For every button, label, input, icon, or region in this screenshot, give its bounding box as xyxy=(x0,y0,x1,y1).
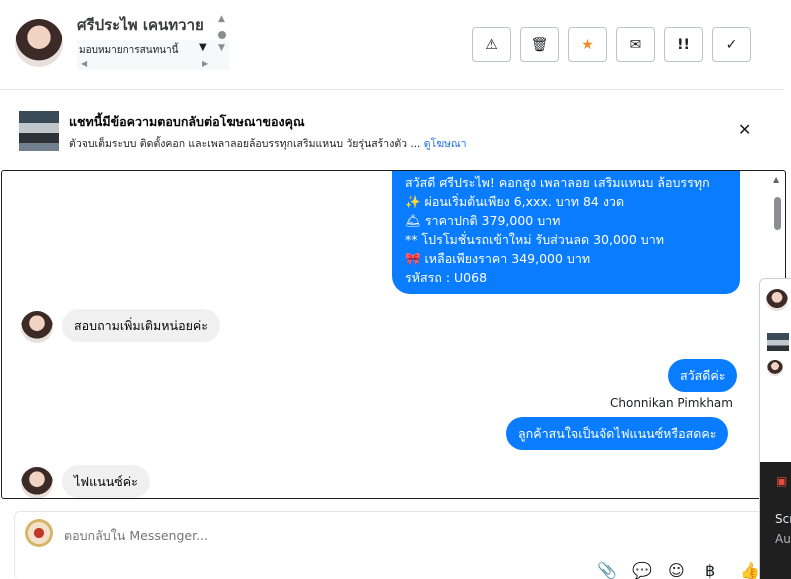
assign-conversation-select[interactable]: มอบหมายการสนทนานี้ ▼ ◀ ▶ xyxy=(77,40,229,70)
contact-avatar[interactable] xyxy=(766,289,788,311)
outgoing-message-promo[interactable]: สวัสดี ศรีประไพ! คอกสูง เพลาลอย เสริมแหน… xyxy=(392,171,740,294)
scroll-left-icon[interactable]: ◀ xyxy=(81,59,87,68)
trash-icon: 🗑 xyxy=(530,36,549,53)
ad-thumbnail[interactable] xyxy=(767,333,789,351)
like-icon[interactable]: 👍 xyxy=(740,561,760,579)
star-icon: ★ xyxy=(581,36,594,53)
ad-banner-title: แชทนี้มีข้อความตอบกลับต่อโฆษณาของคุณ xyxy=(69,114,305,129)
notification-popup[interactable]: ▣ Scr Au xyxy=(760,462,791,579)
report-spam-button[interactable]: ⚠ xyxy=(472,27,511,62)
ad-banner-description: ตัวจบเต็มระบบ ติดตั้งคอก และเพลาลอยล้อบร… xyxy=(69,135,467,152)
star-button[interactable]: ★ xyxy=(568,27,607,62)
promo-line: 🛎 ราคาปกติ 379,000 บาท xyxy=(405,213,561,228)
scroll-down-icon[interactable]: ▼ xyxy=(218,43,225,53)
payment-icon[interactable]: ฿ xyxy=(705,561,715,579)
warning-icon: ⚠ xyxy=(485,36,498,53)
message-thread[interactable]: สวัสดี ศรีประไพ! คอกสูง เพลาลอย เสริมแหน… xyxy=(1,170,786,499)
contact-name[interactable]: ศรีประไพ เคนทวาย xyxy=(77,13,204,37)
incoming-message[interactable]: สอบถามเพิ่มเติมหน่อยค่ะ xyxy=(62,309,220,342)
follow-up-button[interactable]: !! xyxy=(664,27,703,62)
mark-done-button[interactable]: ✓ xyxy=(712,27,751,62)
document-icon: ▣ xyxy=(776,474,788,488)
mark-unread-button[interactable]: ✉ xyxy=(616,27,655,62)
outgoing-message[interactable]: ลูกค้าสนใจเป็นจัดไฟแนนซ์หรือสดคะ xyxy=(506,417,729,450)
attach-icon[interactable]: 📎 xyxy=(597,561,617,579)
envelope-open-icon: ✉ xyxy=(629,36,642,53)
promo-line: 🎀 เหลือเพียงราคา 349,000 บาท xyxy=(405,251,591,266)
contact-avatar-small[interactable] xyxy=(21,311,53,343)
scroll-up-icon[interactable]: ▲ xyxy=(773,175,779,184)
conversation-panel: ศรีประไพ เคนทวาย มอบหมายการสนทนานี้ ▼ ◀ … xyxy=(0,0,791,579)
conversation-header: ศรีประไพ เคนทวาย มอบหมายการสนทนานี้ ▼ ◀ … xyxy=(0,0,784,90)
emoji-icon[interactable]: ☺ xyxy=(668,561,685,579)
contact-avatar[interactable] xyxy=(15,19,63,67)
scroll-up-icon[interactable]: ▲ xyxy=(218,14,225,24)
delete-button[interactable]: 🗑 xyxy=(520,27,559,62)
priority-icon: !! xyxy=(677,36,690,53)
ad-reply-banner: แชทนี้มีข้อความตอบกลับต่อโฆษณาของคุณ ตัว… xyxy=(0,91,784,165)
side-popup-panel[interactable]: ▣ Scr Au xyxy=(759,278,791,579)
notification-subtitle: Au xyxy=(775,532,791,546)
promo-line: ✨ ผ่อนเริ่มต้นเพียง 6,xxx. บาท 84 งวด xyxy=(405,194,625,209)
check-icon: ✓ xyxy=(725,36,738,53)
promo-line: ** โปรโมชั่นรถเข้าใหม่ รับส่วนลด 30,000 … xyxy=(405,232,664,247)
assign-label: มอบหมายการสนทนานี้ xyxy=(79,45,179,56)
message-composer: 📎 💬 ☺ ฿ 👍 xyxy=(14,511,774,579)
ad-description-text: ตัวจบเต็มระบบ ติดตั้งคอก และเพลาลอยล้อบร… xyxy=(69,138,421,150)
promo-line: สวัสดี ศรีประไพ! คอกสูง เพลาลอย เสริมแหน… xyxy=(405,175,710,190)
sender-name: Chonnikan Pimkham xyxy=(610,396,733,410)
view-ad-link[interactable]: ดูโฆษณา xyxy=(424,138,467,150)
contact-avatar-small[interactable] xyxy=(21,467,53,498)
scroll-thumb[interactable] xyxy=(774,197,781,230)
scroll-right-icon[interactable]: ▶ xyxy=(202,59,208,68)
promo-line: รหัสรถ : U068 xyxy=(405,270,488,285)
incoming-message[interactable]: ไฟแนนซ์ค่ะ xyxy=(62,465,150,498)
page-avatar xyxy=(25,519,53,547)
close-icon[interactable]: ✕ xyxy=(738,120,751,139)
reply-input[interactable] xyxy=(64,528,664,543)
outgoing-message[interactable]: สวัสดีค่ะ xyxy=(668,359,738,392)
ad-thumbnail[interactable] xyxy=(19,111,59,151)
scroll-thumb[interactable] xyxy=(218,31,226,39)
notification-title: Scr xyxy=(775,512,791,526)
chevron-down-icon[interactable]: ▼ xyxy=(199,42,207,53)
saved-reply-icon[interactable]: 💬 xyxy=(632,561,652,579)
contact-avatar-small[interactable] xyxy=(767,360,783,376)
